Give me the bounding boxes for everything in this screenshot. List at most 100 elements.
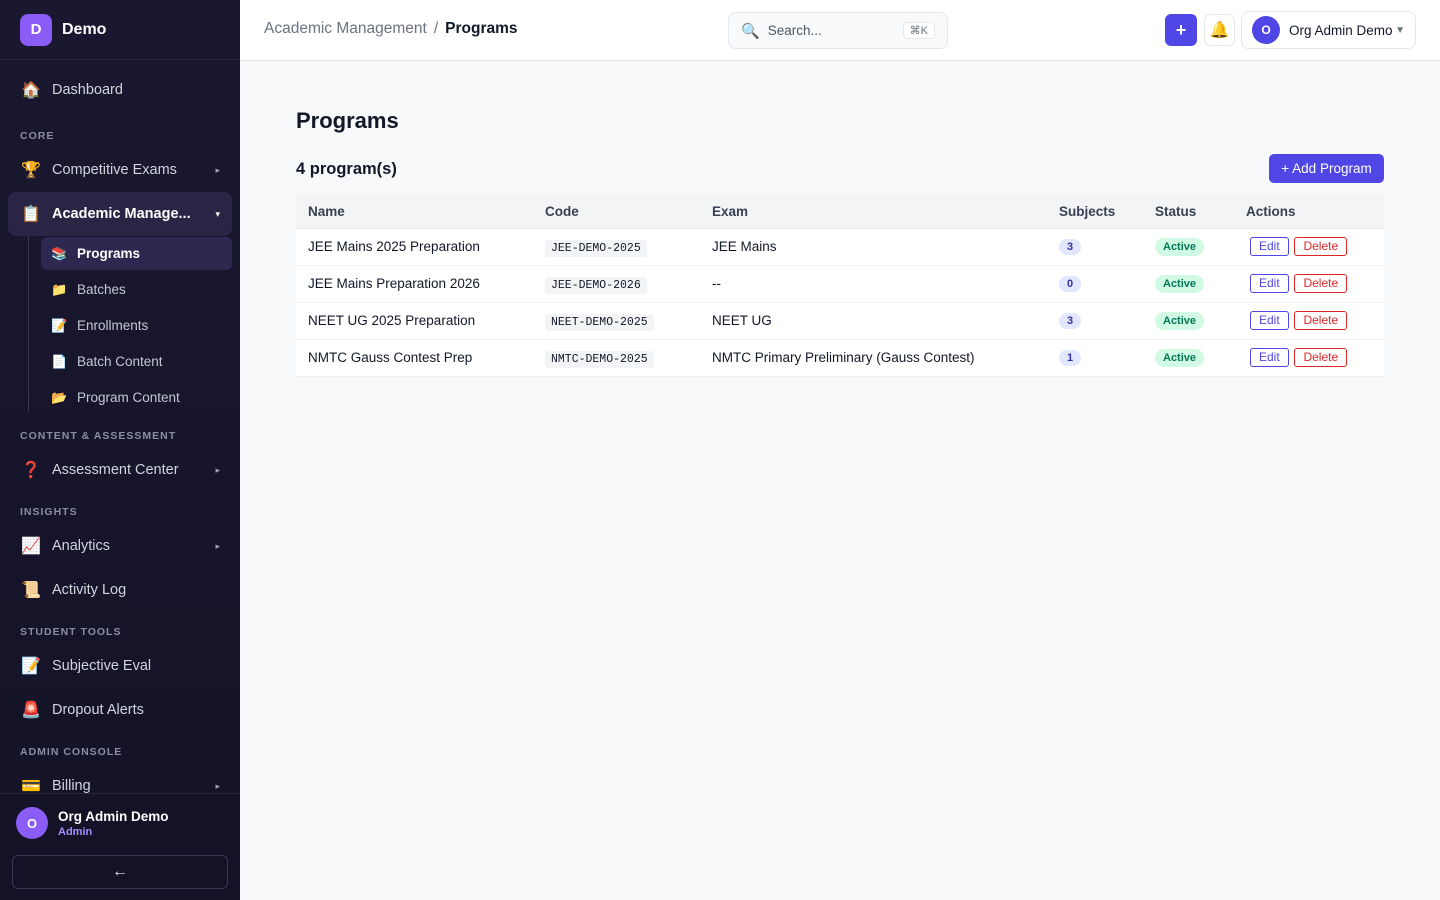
- brand[interactable]: D Demo: [0, 0, 240, 60]
- sidebar-item-label: Subjective Eval: [52, 658, 152, 674]
- delete-button[interactable]: Delete: [1294, 237, 1348, 256]
- column-header-subjects[interactable]: Subjects: [1047, 195, 1143, 229]
- sidebar-item-billing[interactable]: 💳 Billing ▸: [8, 764, 232, 793]
- chevron-right-icon: ▸: [215, 164, 220, 175]
- status-badge: Active: [1155, 311, 1205, 330]
- column-header-status[interactable]: Status: [1143, 195, 1234, 229]
- sidebar-item-label: Competitive Exams: [52, 162, 177, 178]
- delete-button[interactable]: Delete: [1294, 311, 1348, 330]
- chevron-down-icon: ▼: [1395, 24, 1405, 36]
- delete-button[interactable]: Delete: [1294, 348, 1348, 367]
- sidebar-subitem-label: Enrollments: [77, 318, 149, 333]
- avatar: O: [1252, 16, 1280, 44]
- status-badge: Active: [1155, 274, 1205, 293]
- sidebar-subitem-batches[interactable]: 📁 Batches: [41, 273, 232, 306]
- subjects-count-badge: 3: [1059, 239, 1081, 255]
- notifications-button[interactable]: 🔔: [1204, 14, 1235, 46]
- sidebar-user[interactable]: O Org Admin Demo Admin: [16, 807, 169, 839]
- program-exam: --: [700, 265, 1047, 303]
- programs-table: Name Code Exam Subjects Status Actions J…: [296, 195, 1384, 377]
- chevron-right-icon: ▸: [215, 540, 220, 551]
- column-header-exam[interactable]: Exam: [700, 195, 1047, 229]
- breadcrumb-current: Programs: [445, 20, 518, 37]
- program-count: 4 program(s): [296, 160, 397, 178]
- breadcrumb-parent[interactable]: Academic Management: [264, 20, 427, 38]
- sidebar-subitem-label: Batches: [77, 282, 126, 297]
- profile-menu-button[interactable]: O Org Admin Demo ▼: [1241, 11, 1416, 49]
- plus-icon: +: [1175, 19, 1187, 40]
- section-label-insights: INSIGHTS: [20, 506, 78, 518]
- column-header-code[interactable]: Code: [533, 195, 700, 229]
- sidebar-item-subjective-eval[interactable]: 📝 Subjective Eval: [8, 644, 232, 688]
- edit-button[interactable]: Edit: [1250, 311, 1289, 330]
- open-folder-icon: 📂: [51, 389, 68, 405]
- edit-button[interactable]: Edit: [1250, 237, 1289, 256]
- program-name: JEE Mains 2025 Preparation: [296, 228, 533, 266]
- sidebar-item-competitive-exams[interactable]: 🏆 Competitive Exams ▸: [8, 148, 232, 192]
- program-name: NEET UG 2025 Preparation: [296, 302, 533, 340]
- search-input[interactable]: [767, 23, 888, 38]
- chevron-down-icon: ▾: [215, 208, 220, 219]
- search-box[interactable]: 🔍 ⌘K: [728, 12, 948, 49]
- folder-icon: 📁: [51, 281, 68, 297]
- sidebar-item-dropout-alerts[interactable]: 🚨 Dropout Alerts: [8, 688, 232, 732]
- chevron-right-icon: ▸: [215, 780, 220, 791]
- program-exam: NMTC Primary Preliminary (Gauss Contest): [700, 339, 1047, 377]
- sidebar-item-analytics[interactable]: 📈 Analytics ▸: [8, 524, 232, 568]
- bell-icon: 🔔: [1209, 22, 1230, 39]
- table-row: JEE Mains Preparation 2026 JEE-DEMO-2026…: [296, 265, 1384, 303]
- sidebar-item-label: Assessment Center: [52, 462, 179, 478]
- delete-button[interactable]: Delete: [1294, 274, 1348, 293]
- column-header-actions: Actions: [1234, 195, 1384, 229]
- sidebar-item-label: Activity Log: [52, 582, 127, 598]
- sidebar-subitem-label: Programs: [77, 246, 141, 261]
- sidebar-footer: O Org Admin Demo Admin ←: [0, 793, 240, 900]
- arrow-left-icon: ←: [112, 863, 128, 880]
- sidebar-item-label: Dashboard: [52, 82, 123, 98]
- program-code: NEET-DEMO-2025: [545, 313, 654, 331]
- sidebar-subitem-enrollments[interactable]: 📝 Enrollments: [41, 309, 232, 342]
- program-code: NMTC-DEMO-2025: [545, 350, 654, 368]
- avatar: O: [16, 807, 48, 839]
- program-code: JEE-DEMO-2025: [545, 239, 647, 257]
- sidebar-item-activity-log[interactable]: 📜 Activity Log: [8, 568, 232, 612]
- sidebar-subitem-label: Program Content: [77, 390, 180, 405]
- sidebar-subitem-programs[interactable]: 📚 Programs: [41, 237, 232, 270]
- user-name: Org Admin Demo: [58, 808, 169, 824]
- program-code: JEE-DEMO-2026: [545, 276, 647, 294]
- sidebar-subitem-label: Batch Content: [77, 354, 163, 369]
- memo-icon: 📝: [51, 317, 68, 333]
- edit-button[interactable]: Edit: [1250, 348, 1289, 367]
- page-title: Programs: [296, 108, 399, 133]
- subjects-count-badge: 3: [1059, 313, 1081, 329]
- books-icon: 📚: [51, 245, 68, 261]
- sidebar-item-assessment-center[interactable]: ❓ Assessment Center ▸: [8, 448, 232, 492]
- sidebar-item-label: Academic Manage...: [52, 206, 191, 222]
- add-program-button[interactable]: + Add Program: [1269, 154, 1384, 183]
- home-icon: 🏠: [21, 82, 41, 99]
- top-header: Academic Management / Programs 🔍 ⌘K + 🔔 …: [240, 0, 1440, 61]
- sidebar-item-dashboard[interactable]: 🏠 Dashboard: [8, 68, 232, 112]
- document-icon: 📄: [51, 353, 68, 369]
- sidebar-item-academic-management[interactable]: 📋 Academic Manage... ▾: [8, 192, 232, 236]
- status-badge: Active: [1155, 348, 1205, 367]
- section-label-student-tools: STUDENT TOOLS: [20, 626, 122, 638]
- quick-add-button[interactable]: +: [1165, 14, 1197, 46]
- breadcrumb-separator: /: [433, 20, 439, 37]
- brand-name: Demo: [62, 20, 107, 38]
- program-name: NMTC Gauss Contest Prep: [296, 339, 533, 377]
- table-row: NMTC Gauss Contest Prep NMTC-DEMO-2025 N…: [296, 339, 1384, 377]
- sidebar-subitem-batch-content[interactable]: 📄 Batch Content: [41, 345, 232, 378]
- edit-button[interactable]: Edit: [1250, 274, 1289, 293]
- breadcrumb: Academic Management / Programs: [264, 20, 518, 38]
- sidebar-item-label: Analytics: [52, 538, 111, 554]
- collapse-sidebar-button[interactable]: ←: [12, 855, 228, 889]
- user-role: Admin: [58, 825, 93, 838]
- section-label-core: CORE: [20, 130, 55, 142]
- subnav-line: [28, 236, 29, 412]
- sidebar-subitem-program-content[interactable]: 📂 Program Content: [41, 381, 232, 414]
- memo-icon: 📝: [21, 658, 41, 675]
- search-shortcut: ⌘K: [902, 22, 935, 39]
- column-header-name[interactable]: Name: [296, 195, 533, 229]
- trophy-icon: 🏆: [21, 162, 41, 179]
